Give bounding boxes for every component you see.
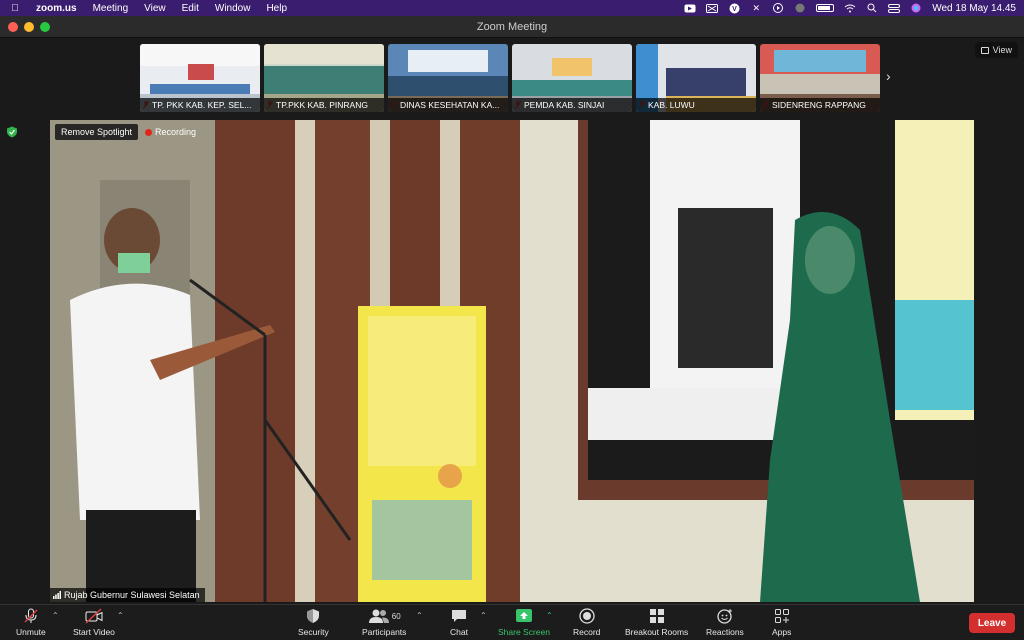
battery-icon[interactable] xyxy=(816,4,835,12)
view-grid-icon xyxy=(980,46,989,54)
control-center-icon[interactable] xyxy=(888,3,901,13)
video-options-chevron-icon[interactable]: ⌃ xyxy=(117,611,124,620)
bluetooth-icon[interactable]: ✕ xyxy=(750,3,762,13)
apps-label: Apps xyxy=(772,627,792,637)
chat-label: Chat xyxy=(450,627,468,637)
breakout-rooms-grid-icon xyxy=(649,609,664,623)
speaker-name: Rujab Gubernur Sulawesi Selatan xyxy=(64,590,200,600)
vpn-icon[interactable]: V xyxy=(728,3,740,13)
breakout-rooms-button[interactable]: Breakout Rooms xyxy=(625,607,688,637)
leave-meeting-button[interactable]: Leave xyxy=(969,613,1015,633)
dark-mode-icon[interactable] xyxy=(794,3,806,13)
play-status-icon[interactable] xyxy=(772,3,784,13)
minimize-window-button[interactable] xyxy=(24,22,34,32)
record-button[interactable]: Record xyxy=(573,607,600,637)
spotlight-video[interactable]: Remove Spotlight Recording Rujab Gubernu… xyxy=(50,120,974,602)
speaker-name-tag: Rujab Gubernur Sulawesi Selatan xyxy=(50,588,205,602)
recording-indicator: Recording xyxy=(145,127,196,137)
fullscreen-window-button[interactable] xyxy=(40,22,50,32)
muted-mic-icon xyxy=(24,608,38,623)
menu-app-name[interactable]: zoom.us xyxy=(36,3,77,14)
menu-view[interactable]: View xyxy=(144,3,166,14)
siri-icon[interactable] xyxy=(910,3,922,13)
start-video-button[interactable]: Start Video xyxy=(73,607,115,637)
participant-thumbnail[interactable]: SIDENRENG RAPPANG xyxy=(760,44,880,112)
chat-button[interactable]: Chat xyxy=(450,607,468,637)
menu-clock[interactable]: Wed 18 May 14.45 xyxy=(932,3,1016,14)
screen-share-status-icon[interactable] xyxy=(706,3,719,13)
window-title: Zoom Meeting xyxy=(476,20,548,33)
signal-bars-icon xyxy=(53,591,61,599)
wifi-icon[interactable] xyxy=(844,3,856,13)
participant-thumbnail[interactable]: TP. PKK KAB. KEP. SEL... xyxy=(140,44,260,112)
participants-icon xyxy=(368,609,389,623)
participant-name: SIDENRENG RAPPANG xyxy=(760,98,880,112)
remove-spotlight-button[interactable]: Remove Spotlight xyxy=(55,124,139,140)
chat-options-chevron-icon[interactable]: ⌃ xyxy=(480,611,487,620)
participant-name: TP. PKK KAB. KEP. SEL... xyxy=(140,98,260,112)
unmute-label: Unmute xyxy=(16,627,46,637)
share-screen-arrow-icon xyxy=(515,609,532,622)
menu-window[interactable]: Window xyxy=(215,3,251,14)
security-button[interactable]: Security xyxy=(298,607,329,637)
start-video-label: Start Video xyxy=(73,627,115,637)
breakout-rooms-label: Breakout Rooms xyxy=(625,627,689,637)
view-button[interactable]: View xyxy=(974,42,1018,58)
security-shield-icon xyxy=(307,609,320,623)
participants-button[interactable]: 60 Participants xyxy=(362,607,406,637)
participant-thumbnail[interactable]: DINAS KESEHATAN KA... xyxy=(388,44,508,112)
video-frame xyxy=(50,120,974,602)
participant-thumbnail[interactable]: PEMDA KAB. SINJAI xyxy=(512,44,632,112)
participant-name: PEMDA KAB. SINJAI xyxy=(512,98,632,112)
record-label: Record xyxy=(573,627,601,637)
participant-name: KAB. LUWU xyxy=(636,98,756,112)
meeting-controls-toolbar: Unmute ⌃ Start Video ⌃ Security 60 Parti… xyxy=(0,604,1024,640)
audio-options-chevron-icon[interactable]: ⌃ xyxy=(52,611,59,620)
record-icon xyxy=(579,608,595,624)
participant-name: DINAS KESEHATAN KA... xyxy=(388,98,508,112)
recording-dot-icon xyxy=(145,128,152,136)
apple-menu-icon[interactable]:  xyxy=(8,3,22,14)
participant-thumbnail[interactable]: KAB. LUWU xyxy=(636,44,756,112)
zoom-status-icon[interactable] xyxy=(684,3,696,13)
view-button-label: View xyxy=(992,45,1012,55)
menu-edit[interactable]: Edit xyxy=(182,3,199,14)
chevron-right-icon[interactable]: › xyxy=(886,68,891,84)
participant-name: TP.PKK KAB. PINRANG xyxy=(264,98,384,112)
window-title-bar: Zoom Meeting xyxy=(0,16,1024,38)
share-options-chevron-icon[interactable]: ⌃ xyxy=(546,611,553,620)
video-off-icon xyxy=(85,608,103,624)
participants-count: 60 xyxy=(391,611,401,621)
reactions-label: Reactions xyxy=(706,627,744,637)
participants-label: Participants xyxy=(362,627,407,637)
menu-help[interactable]: Help xyxy=(266,3,287,14)
share-screen-button[interactable]: Share Screen xyxy=(498,607,550,637)
window-controls xyxy=(8,22,50,32)
share-screen-label: Share Screen xyxy=(498,627,550,637)
participants-options-chevron-icon[interactable]: ⌃ xyxy=(416,611,423,620)
unmute-button[interactable]: Unmute xyxy=(16,607,46,637)
security-label: Security xyxy=(298,627,329,637)
chat-bubble-icon xyxy=(451,610,466,622)
encryption-shield-icon[interactable] xyxy=(6,126,18,138)
participant-thumbnail[interactable]: TP.PKK KAB. PINRANG xyxy=(264,44,384,112)
mac-menu-bar:  zoom.us Meeting View Edit Window Help … xyxy=(0,0,1024,16)
close-window-button[interactable] xyxy=(8,22,18,32)
menu-meeting[interactable]: Meeting xyxy=(93,3,129,14)
apps-icon xyxy=(774,609,789,623)
reactions-button[interactable]: Reactions xyxy=(706,607,744,637)
apps-button[interactable]: Apps xyxy=(772,607,791,637)
reactions-smiley-icon xyxy=(717,609,732,624)
meeting-stage: TP. PKK KAB. KEP. SEL... TP.PKK KAB. PIN… xyxy=(0,38,1024,604)
recording-label: Recording xyxy=(155,127,197,137)
svg-text:V: V xyxy=(732,6,737,13)
search-icon[interactable] xyxy=(866,3,878,13)
participant-thumbnail-strip: TP. PKK KAB. KEP. SEL... TP.PKK KAB. PIN… xyxy=(140,44,880,112)
